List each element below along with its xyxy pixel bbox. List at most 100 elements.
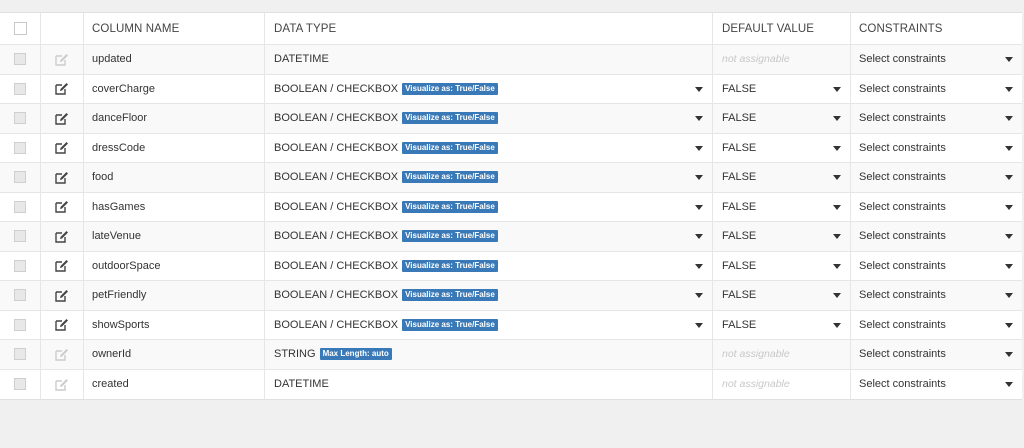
row-checkbox[interactable] [14, 200, 26, 213]
column-name-cell: petFriendly [84, 281, 265, 310]
type-option-badge: Visualize as: True/False [402, 230, 498, 243]
edit-icon[interactable] [55, 259, 69, 272]
row-edit-cell [41, 192, 84, 221]
data-type-cell[interactable]: BOOLEAN / CHECKBOX Visualize as: True/Fa… [265, 163, 713, 192]
constraints-select[interactable]: Select constraints [851, 222, 1022, 251]
caret-down-icon[interactable] [833, 86, 841, 92]
edit-icon[interactable] [55, 318, 69, 331]
caret-down-icon[interactable] [833, 293, 841, 299]
row-checkbox[interactable] [14, 53, 26, 66]
constraints-select[interactable]: Select constraints [851, 340, 1022, 369]
edit-icon[interactable] [55, 171, 69, 184]
row-checkbox[interactable] [14, 289, 26, 302]
row-checkbox[interactable] [14, 112, 26, 125]
default-value-cell[interactable]: FALSE [713, 133, 851, 162]
column-name: food [92, 171, 114, 184]
caret-down-icon[interactable] [1005, 57, 1013, 63]
constraints-select[interactable]: Select constraints [851, 193, 1022, 222]
default-value-cell[interactable]: FALSE [713, 310, 851, 339]
constraints-select[interactable]: Select constraints [851, 134, 1022, 163]
edit-icon[interactable] [55, 230, 69, 243]
caret-down-icon[interactable] [1005, 382, 1013, 388]
caret-down-icon[interactable] [695, 86, 703, 92]
caret-down-icon[interactable] [695, 322, 703, 328]
row-checkbox[interactable] [14, 318, 26, 331]
edit-icon[interactable] [55, 289, 69, 302]
row-checkbox[interactable] [14, 230, 26, 243]
row-edit-cell [41, 369, 84, 399]
default-value: not assignable [722, 348, 790, 361]
data-type-cell[interactable]: BOOLEAN / CHECKBOX Visualize as: True/Fa… [265, 192, 713, 221]
caret-down-icon[interactable] [695, 116, 703, 122]
default-value-cell[interactable]: FALSE [713, 281, 851, 310]
type-option-badge: Visualize as: True/False [402, 289, 498, 302]
caret-down-icon[interactable] [833, 175, 841, 181]
caret-down-icon[interactable] [1005, 145, 1013, 151]
caret-down-icon[interactable] [695, 293, 703, 299]
caret-down-icon[interactable] [833, 322, 841, 328]
caret-down-icon[interactable] [695, 204, 703, 210]
data-type-cell[interactable]: BOOLEAN / CHECKBOX Visualize as: True/Fa… [265, 104, 713, 133]
row-checkbox[interactable] [14, 82, 26, 95]
caret-down-icon[interactable] [833, 263, 841, 269]
row-checkbox[interactable] [14, 141, 26, 154]
caret-down-icon[interactable] [1005, 322, 1013, 328]
caret-down-icon[interactable] [833, 204, 841, 210]
constraints-select[interactable]: Select constraints [851, 104, 1022, 133]
caret-down-icon[interactable] [1005, 116, 1013, 122]
constraints-header: CONSTRAINTS [859, 22, 943, 35]
caret-down-icon[interactable] [1005, 293, 1013, 299]
column-name: dressCode [92, 141, 146, 154]
data-type-cell[interactable]: BOOLEAN / CHECKBOX Visualize as: True/Fa… [265, 281, 713, 310]
caret-down-icon[interactable] [695, 263, 703, 269]
caret-down-icon[interactable] [695, 234, 703, 240]
edit-icon[interactable] [55, 82, 69, 95]
caret-down-icon[interactable] [1005, 86, 1013, 92]
constraints-select[interactable]: Select constraints [851, 281, 1022, 310]
row-edit-cell [41, 281, 84, 310]
default-value-cell[interactable]: FALSE [713, 104, 851, 133]
caret-down-icon[interactable] [1005, 204, 1013, 210]
constraints-select[interactable]: Select constraints [851, 45, 1022, 74]
row-checkbox[interactable] [14, 171, 26, 184]
data-type-cell[interactable]: BOOLEAN / CHECKBOX Visualize as: True/Fa… [265, 251, 713, 280]
default-value-cell[interactable]: FALSE [713, 163, 851, 192]
caret-down-icon[interactable] [695, 145, 703, 151]
column-name-cell: outdoorSpace [84, 251, 265, 280]
row-checkbox[interactable] [14, 378, 26, 391]
caret-down-icon[interactable] [1005, 234, 1013, 240]
constraints-select[interactable]: Select constraints [851, 163, 1022, 192]
default-value-cell[interactable]: FALSE [713, 251, 851, 280]
row-select-cell [0, 163, 41, 192]
data-type-cell[interactable]: BOOLEAN / CHECKBOX Visualize as: True/Fa… [265, 133, 713, 162]
column-name: hasGames [92, 200, 146, 213]
column-name-cell: ownerId [84, 340, 265, 369]
caret-down-icon[interactable] [833, 116, 841, 122]
caret-down-icon[interactable] [833, 145, 841, 151]
data-type-cell[interactable]: BOOLEAN / CHECKBOX Visualize as: True/Fa… [265, 310, 713, 339]
select-all-checkbox[interactable] [13, 22, 27, 35]
caret-down-icon[interactable] [695, 175, 703, 181]
edit-icon[interactable] [55, 200, 69, 213]
data-type-cell[interactable]: BOOLEAN / CHECKBOX Visualize as: True/Fa… [265, 222, 713, 251]
table-row: dressCode BOOLEAN / CHECKBOX Visualize a… [0, 133, 1022, 163]
edit-icon[interactable] [55, 112, 69, 125]
default-value-cell[interactable]: FALSE [713, 74, 851, 103]
row-select-cell [0, 45, 41, 74]
caret-down-icon[interactable] [1005, 175, 1013, 181]
constraints-select[interactable]: Select constraints [851, 252, 1022, 281]
row-checkbox[interactable] [14, 348, 26, 361]
constraints-select[interactable]: Select constraints [851, 311, 1022, 340]
constraints-select[interactable]: Select constraints [851, 75, 1022, 104]
default-value-cell[interactable]: FALSE [713, 222, 851, 251]
caret-down-icon[interactable] [1005, 352, 1013, 358]
caret-down-icon[interactable] [1005, 263, 1013, 269]
constraints-select[interactable]: Select constraints [851, 370, 1022, 400]
table-row: showSports BOOLEAN / CHECKBOX Visualize … [0, 310, 1022, 340]
row-checkbox[interactable] [14, 259, 26, 272]
caret-down-icon[interactable] [833, 234, 841, 240]
edit-icon[interactable] [55, 141, 69, 154]
data-type-label: BOOLEAN / CHECKBOX [274, 318, 399, 331]
default-value-cell[interactable]: FALSE [713, 192, 851, 221]
data-type-cell[interactable]: BOOLEAN / CHECKBOX Visualize as: True/Fa… [265, 74, 713, 103]
